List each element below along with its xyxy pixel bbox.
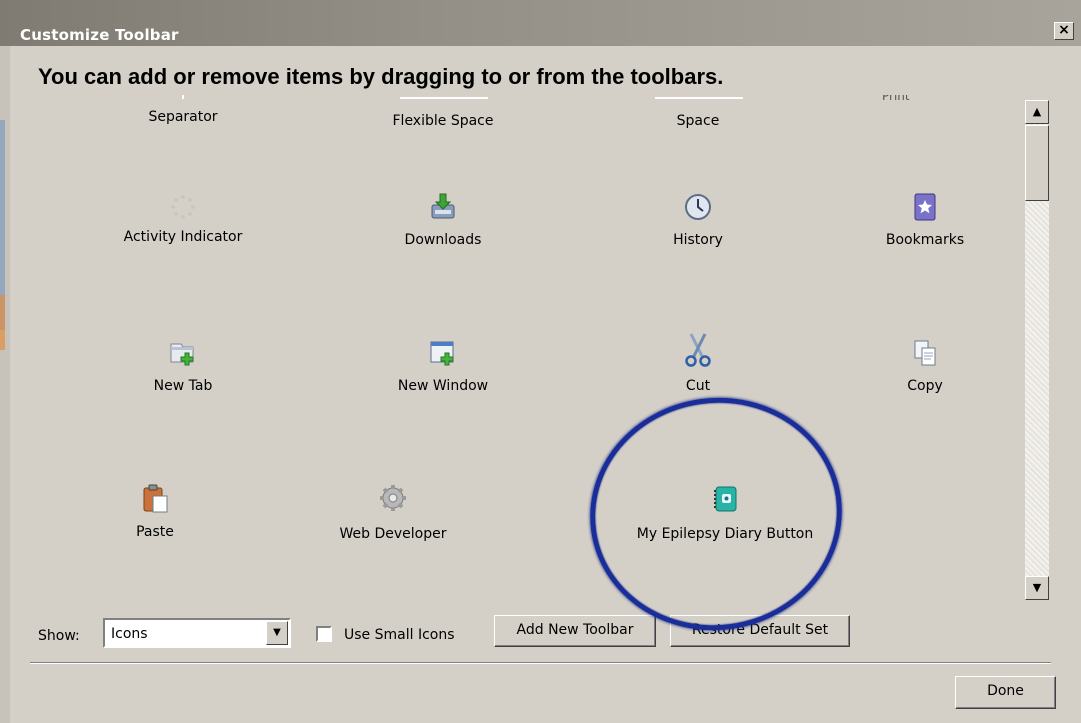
palette-item-label: New Tab [153, 378, 213, 394]
palette-item-label: Paste [136, 524, 174, 540]
instructions-text: You can add or remove items by dragging … [38, 64, 724, 89]
history-clock-icon [685, 194, 711, 220]
show-label: Show: [38, 628, 80, 644]
diary-notebook-icon [714, 486, 737, 512]
toolbar-palette: Separator Flexible Space Space Print Act… [20, 95, 1025, 600]
use-small-icons-label[interactable]: Use Small Icons [344, 627, 455, 643]
show-dropdown[interactable]: Icons ▼ [103, 618, 291, 648]
downloads-icon [431, 193, 455, 219]
palette-item-label: Activity Indicator [123, 229, 243, 245]
scroll-down-button[interactable]: ▼ [1025, 576, 1049, 600]
restore-default-set-button[interactable]: Restore Default Set [670, 615, 850, 647]
dropdown-arrow-button[interactable]: ▼ [266, 621, 288, 645]
background-window-edge-accent [0, 295, 5, 350]
palette-item-print-partial[interactable]: Print [882, 95, 910, 103]
chevron-down-icon: ▼ [273, 627, 281, 638]
palette-item-label: Cut [685, 378, 711, 394]
palette-item-label: History [673, 232, 723, 248]
close-icon: × [1058, 22, 1070, 38]
scissors-icon [685, 333, 711, 367]
new-tab-icon [170, 343, 194, 366]
palette-item-label: Web Developer [339, 526, 447, 542]
scroll-up-button[interactable]: ▲ [1025, 100, 1049, 124]
palette-item-label: Space [676, 113, 720, 129]
separator-icon [182, 95, 184, 99]
dialog-footer: Show: Icons ▼ Use Small Icons Add New To… [0, 600, 1081, 723]
space-icon [655, 97, 743, 99]
palette-scrollbar[interactable]: ▲ ▼ [1025, 100, 1049, 600]
clipboard-icon [143, 484, 168, 513]
palette-item-label: Copy [907, 378, 943, 394]
palette-item-label: New Window [397, 378, 489, 394]
show-dropdown-value: Icons [111, 626, 148, 642]
title-bar: Customize Toolbar × [0, 0, 1081, 46]
palette-item-label: Flexible Space [392, 113, 494, 129]
window-title: Customize Toolbar [20, 26, 179, 44]
activity-indicator-icon [171, 195, 195, 219]
arrow-down-icon: ▼ [1032, 581, 1042, 594]
palette-item-label: Separator [148, 109, 218, 125]
palette-item-label: Bookmarks [885, 232, 965, 248]
palette-item-label: Downloads [404, 232, 482, 248]
footer-divider [30, 662, 1051, 664]
palette-item-label: My Epilepsy Diary Button [636, 526, 814, 542]
gear-icon [380, 485, 406, 511]
copy-icon [914, 340, 936, 366]
bookmarks-star-icon [914, 193, 936, 221]
close-button[interactable]: × [1054, 22, 1074, 40]
done-button[interactable]: Done [955, 676, 1056, 709]
arrow-up-icon: ▲ [1032, 105, 1042, 118]
scrollbar-thumb[interactable] [1025, 125, 1049, 201]
use-small-icons-checkbox[interactable] [316, 626, 332, 642]
flexible-space-icon [400, 97, 488, 99]
new-window-icon [430, 341, 454, 366]
add-new-toolbar-button[interactable]: Add New Toolbar [494, 615, 656, 647]
